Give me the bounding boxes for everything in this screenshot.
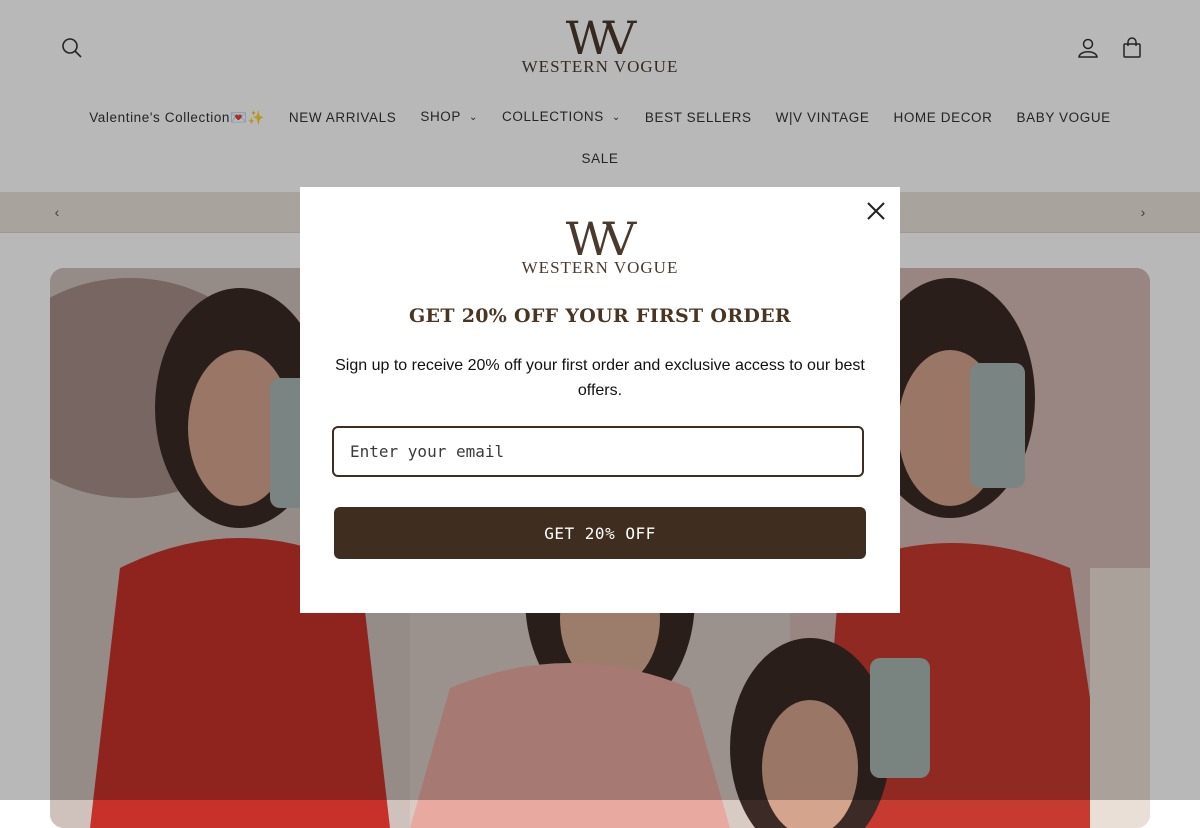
popup-title: GET 20% OFF YOUR FIRST ORDER — [409, 305, 791, 327]
signup-popup: WV WESTERN VOGUE GET 20% OFF YOUR FIRST … — [300, 187, 900, 613]
popup-brand-name: WESTERN VOGUE — [521, 258, 679, 277]
popup-brand-monogram: WV — [565, 212, 636, 266]
popup-description: Sign up to receive 20% off your first or… — [335, 357, 865, 399]
get-discount-button[interactable]: GET 20% OFF — [334, 507, 866, 559]
email-input[interactable] — [332, 426, 864, 477]
close-icon[interactable] — [864, 199, 888, 223]
popup-logo: WV WESTERN VOGUE — [510, 212, 690, 277]
